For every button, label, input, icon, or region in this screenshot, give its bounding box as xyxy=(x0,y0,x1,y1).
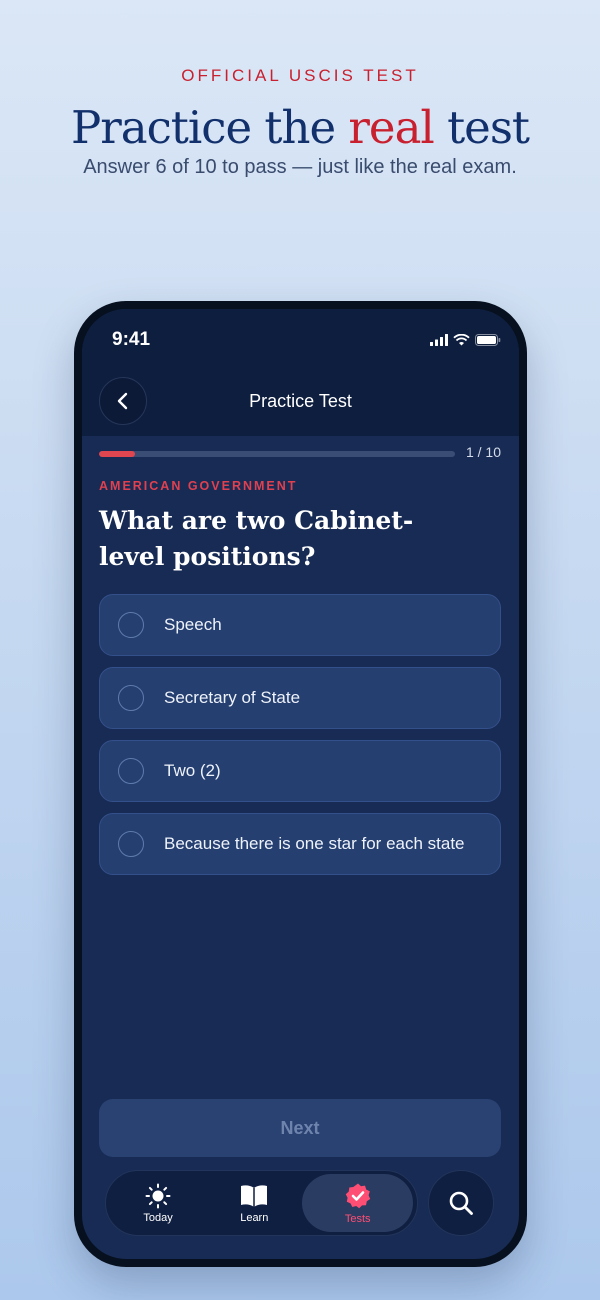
battery-icon xyxy=(475,334,501,346)
radio-icon xyxy=(118,831,144,857)
answer-option[interactable]: Two (2) xyxy=(99,740,501,802)
answer-label: Secretary of State xyxy=(164,688,301,707)
badge-check-icon xyxy=(345,1183,370,1208)
progress-fill xyxy=(99,451,135,457)
progress-bar xyxy=(99,451,455,457)
tab-label: Today xyxy=(143,1211,173,1224)
answer-options: Speech Secretary of State Two (2) Becaus… xyxy=(99,594,501,886)
radio-icon xyxy=(118,758,144,784)
tab-learn[interactable]: Learn xyxy=(206,1174,302,1232)
page-title: Practice Test xyxy=(249,391,352,411)
promo-subhead: Answer 6 of 10 to pass — just like the r… xyxy=(83,156,517,178)
progress-count: 1 / 10 xyxy=(465,444,501,460)
book-icon xyxy=(241,1184,268,1207)
promo-headline: Practice the real test xyxy=(0,102,600,154)
promo-eyebrow: OFFICIAL USCIS TEST xyxy=(181,66,419,85)
answer-option[interactable]: Secretary of State xyxy=(99,667,501,729)
headline-accent: real xyxy=(348,101,434,154)
sun-icon xyxy=(145,1183,171,1208)
answer-label: Two (2) xyxy=(164,761,221,780)
tab-label: Tests xyxy=(344,1212,371,1225)
answer-option[interactable]: Because there is one star for each state xyxy=(99,813,501,875)
tab-bar: Today Learn Tests xyxy=(105,1170,418,1236)
cellular-signal-icon xyxy=(430,334,448,346)
search-icon xyxy=(449,1191,473,1215)
status-icons xyxy=(430,334,501,346)
answer-label: Speech xyxy=(164,615,222,634)
question-category: AMERICAN GOVERNMENT xyxy=(99,479,298,493)
radio-icon xyxy=(118,612,144,638)
tab-label: Learn xyxy=(240,1211,269,1224)
status-time: 9:41 xyxy=(112,329,151,350)
headline-post: test xyxy=(433,101,530,154)
app-screen: 9:41 Practice Test 1 / 10 AMERICAN GOVER… xyxy=(82,309,519,1259)
tab-tests[interactable]: Tests xyxy=(302,1174,413,1232)
wifi-icon xyxy=(453,334,470,346)
promo-header: OFFICIAL USCIS TEST Practice the real te… xyxy=(0,66,600,179)
phone-frame: 9:41 Practice Test 1 / 10 AMERICAN GOVER… xyxy=(74,301,527,1267)
question-text: What are two Cabinet-level positions? xyxy=(99,506,414,571)
radio-icon xyxy=(118,685,144,711)
next-button[interactable]: Next xyxy=(99,1099,501,1157)
headline-pre: Practice the xyxy=(70,101,349,154)
search-button[interactable] xyxy=(428,1170,494,1236)
top-bar: 9:41 Practice Test xyxy=(82,309,519,436)
answer-label: Because there is one star for each state xyxy=(164,834,465,853)
answer-option[interactable]: Speech xyxy=(99,594,501,656)
tab-today[interactable]: Today xyxy=(110,1174,206,1232)
